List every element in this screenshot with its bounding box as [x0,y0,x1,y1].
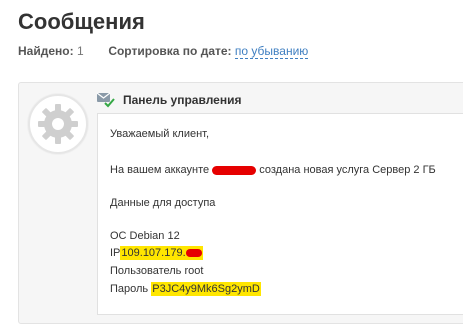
ip-label: IP [110,247,121,259]
password-line: Пароль P3JC4y9Mk6Sg2ymD [110,282,261,296]
sort-order-link[interactable]: по убыванию [234,44,309,59]
user-line: Пользователь root [110,265,204,277]
page-title: Сообщения [18,9,145,34]
ip-value: 109.107.179. [120,246,203,260]
found-count: 1 [76,44,84,58]
service-suffix: создана новая услуга Сервер 2 ГБ [259,164,436,176]
found-label: Найдено: [18,44,74,58]
greeting-text: Уважаемый клиент, [110,128,210,140]
envelope-check-icon [96,92,115,108]
filter-bar: Найдено: 1 Сортировка по дате: по убыван… [18,44,309,59]
sender-name: Панель управления [123,93,242,107]
service-prefix: На вашем аккаунте [110,164,210,176]
redaction-mark [212,165,257,175]
sender-avatar [28,94,88,154]
os-line: ОС Debian 12 [110,230,180,242]
gear-icon [38,104,78,144]
ip-line: IP109.107.179. [110,246,203,260]
access-heading: Данные для доступа [110,197,216,209]
redaction-mark [185,249,202,258]
password-value: P3JC4y9Mk6Sg2ymD [151,282,261,296]
sort-label: Сортировка по дате: [108,44,232,58]
service-line: На вашем аккаунте создана новая услуга С… [110,164,436,176]
password-label: Пароль [110,283,149,295]
